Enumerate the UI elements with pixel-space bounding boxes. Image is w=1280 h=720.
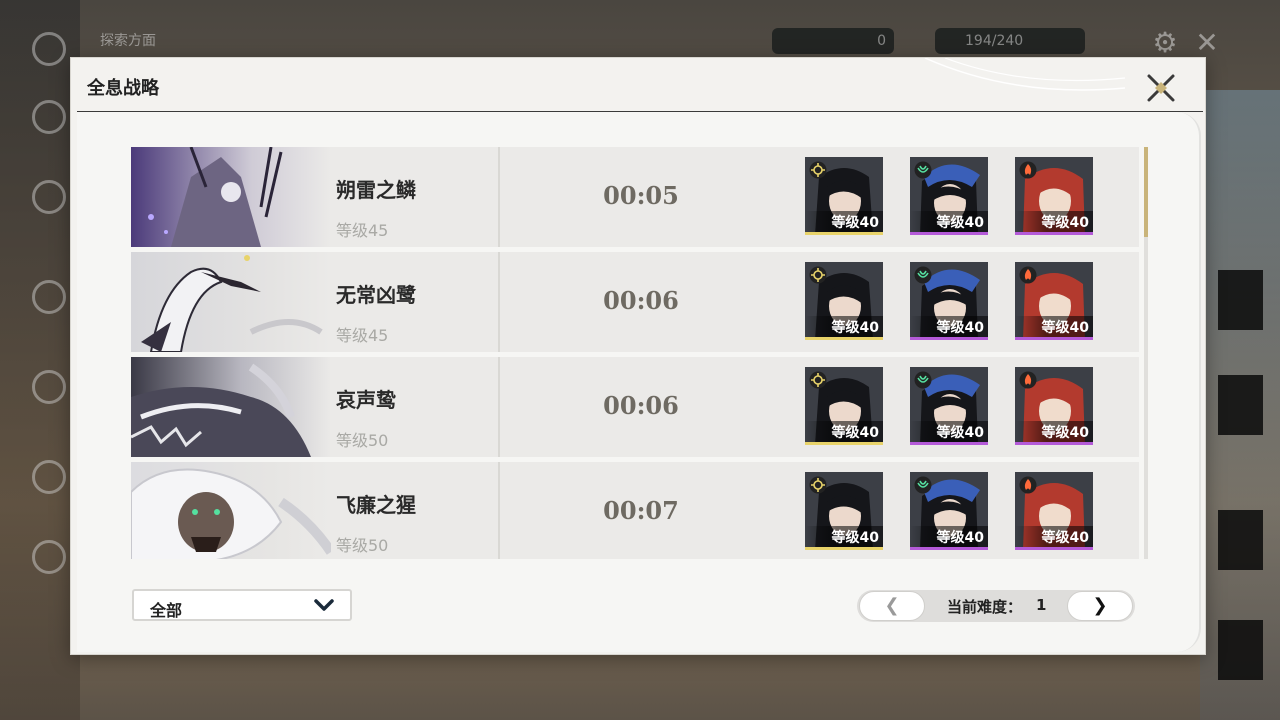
difficulty-pager: ❮ 当前难度： 1 ❯ xyxy=(857,590,1135,622)
rarity-bar xyxy=(805,337,883,340)
aero-icon xyxy=(914,476,932,494)
row-divider xyxy=(498,252,500,352)
dialog-title: 全息战略 xyxy=(87,78,159,99)
boss-level: 等级50 xyxy=(336,536,389,555)
bg-compass-icon xyxy=(32,32,66,66)
rarity-bar xyxy=(805,442,883,445)
rarity-bar xyxy=(910,547,988,550)
holographic-strategy-dialog: 全息战略 朔雷之鳞 等级45 00:05 等级40 等级40 等级40 无常凶鹭… xyxy=(70,57,1206,655)
boss-name: 朔雷之鳞 xyxy=(336,178,416,202)
team-member-slot[interactable]: 等级40 xyxy=(805,157,883,235)
team-member-slot[interactable]: 等级40 xyxy=(1015,367,1093,445)
clear-time: 00:07 xyxy=(603,496,679,525)
spectro-icon xyxy=(809,161,827,179)
team-member-slot[interactable]: 等级40 xyxy=(1015,262,1093,340)
boss-name: 哀声鸷 xyxy=(336,388,396,412)
rarity-bar xyxy=(910,442,988,445)
boss-portrait xyxy=(131,147,331,247)
rarity-bar xyxy=(1015,232,1093,235)
bg-settings-icon: ⚙ xyxy=(1152,26,1178,59)
bg-gift-icon xyxy=(32,540,66,574)
strategy-row[interactable]: 无常凶鹭 等级45 00:06 等级40 等级40 等级40 xyxy=(131,252,1139,352)
difficulty-label: 当前难度： xyxy=(947,598,1023,616)
team-member-slot[interactable]: 等级40 xyxy=(805,367,883,445)
bg-top-left-label: 探索方面 xyxy=(100,33,156,49)
bg-currency-1: 0 xyxy=(772,28,894,54)
next-difficulty-button[interactable]: ❯ xyxy=(1067,591,1133,621)
list-scrollbar-thumb[interactable] xyxy=(1144,147,1148,237)
rarity-bar xyxy=(1015,337,1093,340)
difficulty-value: 1 xyxy=(1036,596,1047,614)
spectro-icon xyxy=(809,266,827,284)
fusion-icon xyxy=(1019,371,1037,389)
strategy-row[interactable]: 哀声鸷 等级50 00:06 等级40 等级40 等级40 xyxy=(131,357,1139,457)
filter-selected-value: 全部 xyxy=(150,601,183,620)
chevron-down-icon xyxy=(314,599,334,611)
strategy-list[interactable]: 朔雷之鳞 等级45 00:05 等级40 等级40 等级40 无常凶鹭 等级45… xyxy=(131,147,1139,559)
bg-calendar-icon xyxy=(32,370,66,404)
bg-target-icon xyxy=(32,100,66,134)
team-member-slot[interactable]: 等级40 xyxy=(805,472,883,550)
filter-dropdown[interactable]: 全部 xyxy=(132,589,352,621)
bg-bag-icon xyxy=(32,460,66,494)
boss-name: 无常凶鹭 xyxy=(336,283,416,307)
rarity-bar xyxy=(805,232,883,235)
boss-level: 等级45 xyxy=(336,221,389,240)
aero-icon xyxy=(914,371,932,389)
rarity-bar xyxy=(1015,442,1093,445)
rarity-bar xyxy=(910,337,988,340)
boss-level: 等级50 xyxy=(336,431,389,450)
strategy-row[interactable]: 飞廉之猩 等级50 00:07 等级40 等级40 等级40 xyxy=(131,462,1139,559)
clear-time: 00:06 xyxy=(603,286,679,315)
fusion-icon xyxy=(1019,476,1037,494)
aero-icon xyxy=(914,161,932,179)
aero-icon xyxy=(914,266,932,284)
row-divider xyxy=(498,357,500,457)
row-divider xyxy=(498,462,500,559)
team-member-slot[interactable]: 等级40 xyxy=(1015,157,1093,235)
previous-difficulty-button[interactable]: ❮ xyxy=(859,591,925,621)
rarity-bar xyxy=(1015,547,1093,550)
clear-time: 00:06 xyxy=(603,391,679,420)
boss-name: 飞廉之猩 xyxy=(336,493,416,517)
boss-portrait xyxy=(131,357,331,457)
bg-cross-icon xyxy=(32,280,66,314)
close-button[interactable] xyxy=(1143,70,1179,106)
boss-portrait xyxy=(131,462,331,559)
bg-close-icon: ✕ xyxy=(1195,26,1219,59)
clear-time: 00:05 xyxy=(603,181,679,210)
team-member-slot[interactable]: 等级40 xyxy=(910,157,988,235)
team-member-slot[interactable]: 等级40 xyxy=(910,472,988,550)
team-member-slot[interactable]: 等级40 xyxy=(910,367,988,445)
row-divider xyxy=(498,147,500,247)
background-right-panel xyxy=(1200,90,1280,720)
bg-book-icon xyxy=(32,180,66,214)
header-decoration xyxy=(924,58,1125,91)
close-icon xyxy=(1147,74,1175,102)
team-member-slot[interactable]: 等级40 xyxy=(1015,472,1093,550)
boss-portrait xyxy=(131,252,331,352)
boss-level: 等级45 xyxy=(336,326,389,345)
rarity-bar xyxy=(910,232,988,235)
bg-currency-2: 194/240 xyxy=(935,28,1085,54)
fusion-icon xyxy=(1019,161,1037,179)
team-member-slot[interactable]: 等级40 xyxy=(910,262,988,340)
rarity-bar xyxy=(805,547,883,550)
background-left-sidebar xyxy=(0,0,80,720)
fusion-icon xyxy=(1019,266,1037,284)
spectro-icon xyxy=(809,371,827,389)
team-member-slot[interactable]: 等级40 xyxy=(805,262,883,340)
strategy-row[interactable]: 朔雷之鳞 等级45 00:05 等级40 等级40 等级40 xyxy=(131,147,1139,247)
spectro-icon xyxy=(809,476,827,494)
